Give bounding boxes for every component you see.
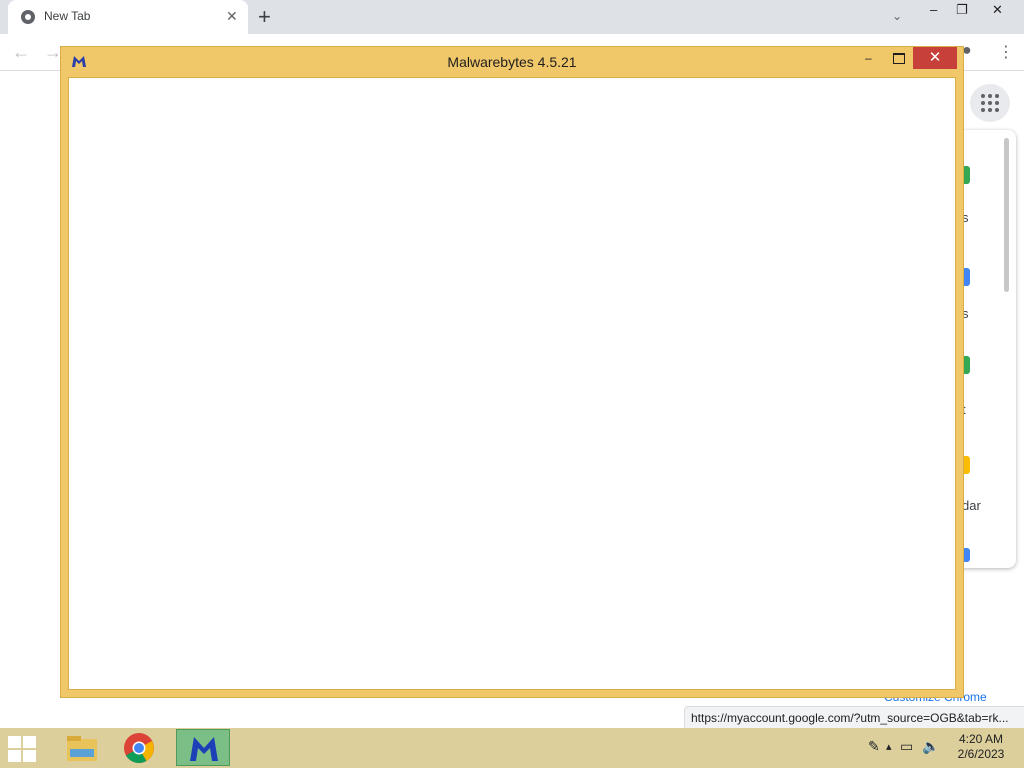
window-minimize-button[interactable]: – [930,2,937,17]
mb-close-button[interactable]: ✕ [913,47,957,69]
tray-overflow-icon[interactable]: ▴ [886,740,892,753]
tab-search-icon[interactable]: ⌄ [892,9,902,23]
apps-panel-scrollbar[interactable] [1004,138,1009,292]
malwarebytes-icon [190,737,218,761]
tab-close-icon[interactable]: ✕ [226,8,238,24]
malwarebytes-window: Malwarebytes 4.5.21 – ✕ [60,46,964,698]
taskbar-malwarebytes[interactable] [176,729,230,766]
new-tab-button[interactable]: + [258,4,271,30]
tab-new-tab[interactable]: New Tab ✕ [8,0,248,34]
status-bubble-url: https://myaccount.google.com/?utm_source… [684,706,1024,730]
status-url-text: https://myaccount.google.com/?utm_source… [691,711,1009,725]
app-label: dar [962,498,981,513]
pen-tray-icon[interactable]: ✎ [868,738,880,755]
taskbar-file-explorer[interactable] [56,729,110,766]
clock-date: 2/6/2023 [957,747,1005,761]
browser-tabstrip: New Tab ✕ + ⌄ – ❐ ✕ [0,0,1024,34]
tab-title: New Tab [44,9,91,23]
google-apps-button[interactable] [970,84,1010,122]
window-restore-button[interactable]: ❐ [956,2,968,18]
apps-grid-icon [981,94,999,112]
clock-time: 4:20 AM [958,732,1004,746]
back-button[interactable]: ← [12,42,30,63]
volume-icon[interactable]: 🔈 [922,738,939,755]
taskbar-chrome[interactable] [112,729,166,766]
chrome-icon [124,733,154,764]
malwarebytes-content-area [68,77,956,690]
windows-start-button[interactable] [8,736,38,762]
file-explorer-icon [67,736,97,761]
mb-maximize-button[interactable] [893,53,905,64]
taskbar-clock[interactable]: 4:20 AM 2/6/2023 [952,732,1010,762]
chrome-favicon-icon [21,10,35,24]
window-close-button[interactable]: ✕ [992,2,1003,18]
malwarebytes-titlebar[interactable]: Malwarebytes 4.5.21 – ✕ [61,47,965,77]
mb-minimize-button[interactable]: – [865,51,879,65]
malwarebytes-title: Malwarebytes 4.5.21 [447,54,577,70]
chrome-menu-icon[interactable]: ⋮ [998,42,1014,62]
network-icon[interactable]: ▭ [900,738,913,755]
